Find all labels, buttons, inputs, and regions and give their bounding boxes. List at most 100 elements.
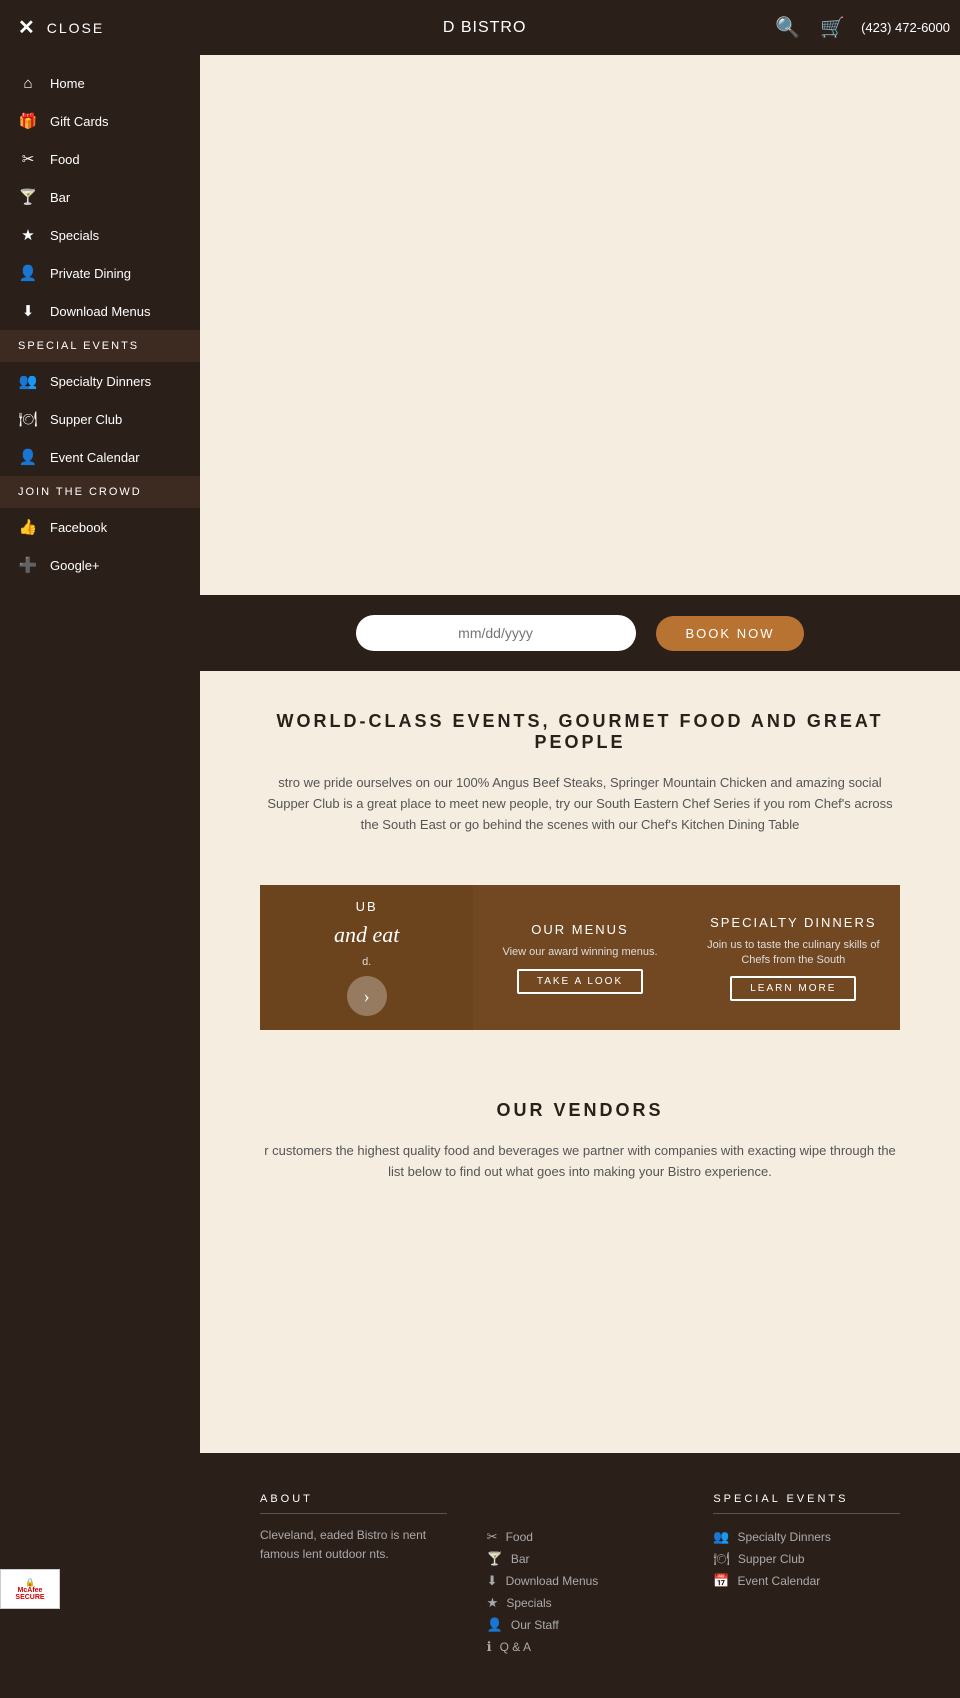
sidebar-item-supper-club[interactable]: 🍽 Supper Club — [0, 400, 200, 438]
card-sub-1: d. — [362, 956, 371, 968]
footer-our-staff-link[interactable]: 👤 Our Staff — [487, 1614, 674, 1636]
reservation-bar: BOOK NOW — [200, 595, 960, 671]
google-plus-icon: ➕ — [18, 556, 38, 574]
cards-row: UB and eat d. › OUR MENUS View our award… — [260, 885, 900, 1030]
sidebar-label-event-calendar: Event Calendar — [50, 450, 140, 465]
world-class-title: WORLD-CLASS EVENTS, GOURMET FOOD AND GRE… — [260, 711, 900, 753]
sidebar-item-specialty-dinners[interactable]: 👥 Specialty Dinners — [0, 362, 200, 400]
supper-club-card: UB and eat d. › — [260, 885, 473, 1030]
sidebar-label-private-dining: Private Dining — [50, 266, 131, 281]
mcafee-sublabel: SECURE — [15, 1594, 44, 1601]
vendors-text: r customers the highest quality food and… — [260, 1141, 900, 1183]
vendors-section: OUR VENDORS r customers the highest qual… — [200, 1060, 960, 1203]
footer-qa-icon: ℹ — [487, 1639, 492, 1655]
page-wrapper: ⌂ Home 🎁 Gift Cards ✂ Food 🍸 Bar ★ Speci… — [0, 0, 960, 1698]
footer-bar-link[interactable]: 🍸 Bar — [487, 1548, 674, 1570]
take-a-look-button[interactable]: TAKE A LOOK — [517, 969, 643, 994]
footer-specialty-dinners-link[interactable]: 👥 Specialty Dinners — [713, 1526, 900, 1548]
card-title-3: SPECIALTY DINNERS — [710, 915, 876, 930]
card-arrow-1[interactable]: › — [347, 976, 387, 1016]
cart-icon[interactable]: 🛒 — [814, 9, 851, 46]
home-icon: ⌂ — [18, 75, 38, 92]
specials-icon: ★ — [18, 226, 38, 244]
sidebar-label-bar: Bar — [50, 190, 70, 205]
download-icon: ⬇ — [18, 302, 38, 320]
hero-section — [200, 55, 960, 595]
footer-specialty-label: Specialty Dinners — [738, 1530, 831, 1544]
sidebar-item-gift-cards[interactable]: 🎁 Gift Cards — [0, 102, 200, 140]
footer-event-calendar-link[interactable]: 📅 Event Calendar — [713, 1570, 900, 1592]
footer-special-events-title: SPECIAL EVENTS — [713, 1493, 900, 1514]
card-title-2: OUR MENUS — [531, 922, 628, 937]
close-button[interactable]: ✕ CLOSE — [0, 0, 200, 55]
sidebar-item-google-plus[interactable]: ➕ Google+ — [0, 546, 200, 584]
supper-club-icon: 🍽 — [18, 410, 38, 428]
footer-staff-icon: 👤 — [487, 1617, 503, 1633]
sidebar-item-facebook[interactable]: 👍 Facebook — [0, 508, 200, 546]
join-crowd-header: JOIN THE CROWD — [0, 476, 200, 508]
card-title-1: UB — [356, 899, 378, 914]
footer-specials-link[interactable]: ★ Specials — [487, 1592, 674, 1614]
sidebar-label-home: Home — [50, 76, 85, 91]
bar-icon: 🍸 — [18, 188, 38, 206]
card-text-3: Join us to taste the culinary skills of … — [697, 938, 890, 969]
world-class-text: stro we pride ourselves on our 100% Angu… — [260, 773, 900, 835]
vendors-logos-area — [200, 1203, 960, 1453]
sidebar-label-download-menus: Download Menus — [50, 304, 150, 319]
header-phone: (423) 472-6000 — [861, 20, 960, 35]
specialty-dinners-card: SPECIALTY DINNERS Join us to taste the c… — [687, 885, 900, 1030]
sidebar-item-download-menus[interactable]: ⬇ Download Menus — [0, 292, 200, 330]
main-content: BOOK NOW WORLD-CLASS EVENTS, GOURMET FOO… — [200, 55, 960, 1698]
footer-special-events-col: SPECIAL EVENTS 👥 Specialty Dinners 🍽 Sup… — [713, 1493, 900, 1658]
sidebar-label-gift-cards: Gift Cards — [50, 114, 109, 129]
card-side-text: and eat — [334, 922, 399, 948]
specialty-dinners-icon: 👥 — [18, 372, 38, 390]
special-events-header: SPECIAL EVENTS — [0, 330, 200, 362]
footer-download-link[interactable]: ⬇ Download Menus — [487, 1570, 674, 1592]
footer-supper-label: Supper Club — [738, 1552, 805, 1566]
card-overlay-2: OUR MENUS View our award winning menus. … — [473, 885, 686, 1030]
footer: ABOUT Cleveland, eaded Bistro is nent fa… — [200, 1453, 960, 1698]
footer-supper-club-link[interactable]: 🍽 Supper Club — [713, 1548, 900, 1570]
footer-about-col: ABOUT Cleveland, eaded Bistro is nent fa… — [260, 1493, 447, 1658]
date-input[interactable] — [356, 615, 636, 651]
our-menus-card: OUR MENUS View our award winning menus. … — [473, 885, 686, 1030]
footer-about-text: Cleveland, eaded Bistro is nent famous l… — [260, 1526, 447, 1564]
private-dining-icon: 👤 — [18, 264, 38, 282]
footer-staff-label: Our Staff — [511, 1618, 559, 1632]
footer-bar-label: Bar — [511, 1552, 530, 1566]
sidebar-item-event-calendar[interactable]: 👤 Event Calendar — [0, 438, 200, 476]
footer-qa-label: Q & A — [500, 1640, 531, 1654]
search-icon[interactable]: 🔍 — [769, 9, 806, 46]
mcafee-badge: 🔒 McAfee SECURE — [0, 1569, 60, 1609]
footer-supper-icon: 🍽 — [713, 1551, 730, 1567]
world-class-section: WORLD-CLASS EVENTS, GOURMET FOOD AND GRE… — [200, 671, 960, 855]
sidebar-item-food[interactable]: ✂ Food — [0, 140, 200, 178]
footer-qa-link[interactable]: ℹ Q & A — [487, 1636, 674, 1658]
header: ✕ CLOSE D BISTRO 🔍 🛒 (423) 472-6000 — [0, 0, 960, 55]
header-title: D BISTRO — [200, 19, 769, 37]
gift-icon: 🎁 — [18, 112, 38, 130]
sidebar-item-private-dining[interactable]: 👤 Private Dining — [0, 254, 200, 292]
sidebar-label-food: Food — [50, 152, 80, 167]
sidebar-item-specials[interactable]: ★ Specials — [0, 216, 200, 254]
footer-download-icon: ⬇ — [487, 1573, 498, 1589]
learn-more-button[interactable]: LEARN MORE — [730, 976, 856, 1001]
footer-links-col: - ✂ Food 🍸 Bar ⬇ Download Menus ★ Specia… — [487, 1493, 674, 1658]
footer-specials-label: Specials — [506, 1596, 551, 1610]
sidebar-label-facebook: Facebook — [50, 520, 107, 535]
vendors-title: OUR VENDORS — [260, 1100, 900, 1121]
footer-food-link[interactable]: ✂ Food — [487, 1526, 674, 1548]
card-overlay-3: SPECIALTY DINNERS Join us to taste the c… — [687, 885, 900, 1030]
header-icons: 🔍 🛒 — [769, 9, 861, 46]
sidebar: ⌂ Home 🎁 Gift Cards ✂ Food 🍸 Bar ★ Speci… — [0, 55, 200, 1698]
sidebar-label-supper-club: Supper Club — [50, 412, 122, 427]
footer-about-title: ABOUT — [260, 1493, 447, 1514]
book-now-button[interactable]: BOOK NOW — [656, 616, 805, 651]
mcafee-logo: 🔒 — [25, 1578, 35, 1587]
close-icon: ✕ — [18, 15, 35, 40]
sidebar-item-home[interactable]: ⌂ Home — [0, 65, 200, 102]
footer-food-icon: ✂ — [487, 1529, 498, 1545]
sidebar-item-bar[interactable]: 🍸 Bar — [0, 178, 200, 216]
footer-food-label: Food — [506, 1530, 533, 1544]
